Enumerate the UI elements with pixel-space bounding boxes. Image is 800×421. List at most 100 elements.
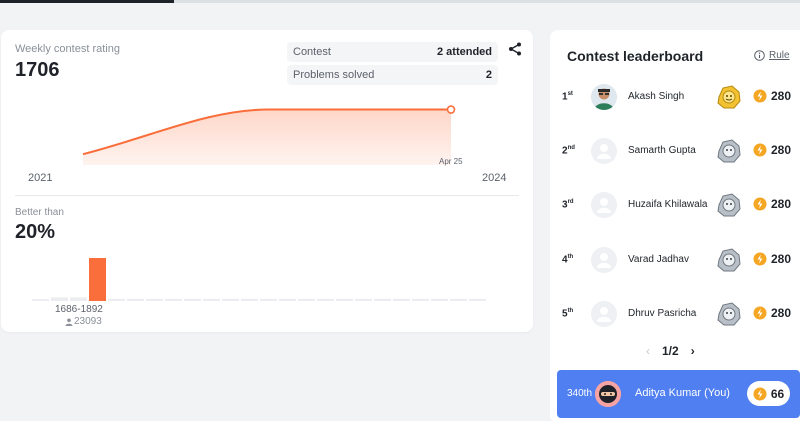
histogram-bar: [450, 298, 467, 301]
points-value: 280: [771, 89, 792, 103]
highlight-bar-count: 23093: [65, 316, 102, 327]
silver-badge-icon: [717, 193, 741, 217]
histogram-bar: [241, 298, 258, 301]
x-axis-end-label: 2024: [482, 172, 507, 184]
ninja-avatar-icon: [595, 381, 621, 407]
histogram-bar: [317, 298, 334, 301]
current-user-points-value: 66: [770, 386, 785, 401]
histogram-bar: [469, 298, 486, 301]
leaderboard-row[interactable]: 5th Dhruv Pasricha 280: [550, 294, 800, 334]
rating-label: Weekly contest rating: [15, 43, 120, 55]
rank: 3rd: [562, 199, 574, 211]
divider: [15, 195, 519, 196]
histogram-bar: [279, 298, 296, 301]
default-avatar-icon: [597, 253, 611, 268]
default-avatar-icon: [597, 198, 611, 213]
leaderboard-row[interactable]: 4th Varad Jadhav 280: [550, 240, 800, 280]
avatar: [591, 301, 617, 327]
stat-problems-solved: Problems solved 2: [287, 65, 498, 85]
histogram-bar: [184, 298, 201, 301]
rank: 1st: [562, 91, 573, 103]
points: 280: [753, 143, 791, 157]
info-icon: [754, 50, 765, 61]
rating-value: 1706: [15, 59, 60, 81]
contest-rating-card: Weekly contest rating 1706 Contest 2 att…: [1, 30, 533, 332]
chevron-left-icon[interactable]: ‹: [646, 344, 650, 358]
default-avatar-icon: [597, 144, 611, 159]
chevron-right-icon[interactable]: ›: [691, 344, 695, 358]
better-than-label: Better than: [15, 207, 64, 218]
current-user-avatar: [595, 381, 621, 407]
highlight-bar-range: 1686-1892: [55, 304, 103, 315]
x-axis-start-label: 2021: [28, 172, 53, 184]
leaderboard-title: Contest leaderboard: [567, 48, 704, 64]
leaderboard-row[interactable]: 1st Akash Singh 280: [550, 77, 800, 117]
histogram-bar: [260, 298, 277, 301]
rating-line: [82, 108, 451, 156]
active-tab-indicator: [0, 0, 174, 3]
silver-badge-icon: [717, 248, 741, 272]
rating-area: [83, 109, 451, 165]
stat-contest: Contest 2 attended: [287, 42, 498, 62]
rank: 2nd: [562, 145, 575, 157]
tab-underline: [0, 0, 800, 3]
coin-icon: [753, 143, 767, 157]
coin-icon: [753, 89, 767, 103]
current-user-points: 66: [747, 381, 790, 406]
points-value: 280: [771, 143, 792, 157]
histogram-bar: [51, 297, 68, 301]
share-icon[interactable]: [508, 42, 522, 56]
silver-badge-icon: [717, 139, 741, 163]
points: 280: [753, 197, 791, 211]
rule-label: Rule: [769, 50, 790, 61]
chart-point-label: Apr 25: [439, 157, 463, 166]
points: 280: [753, 252, 791, 266]
leaderboard-row[interactable]: 2nd Samarth Gupta 280: [550, 131, 800, 171]
rank: 5th: [562, 308, 574, 320]
username: Huzaifa Khilawala: [628, 199, 708, 210]
histogram-bar-highlight: [89, 258, 106, 301]
stat-contest-value: 2 attended: [436, 46, 492, 58]
histogram-bar: [127, 298, 144, 301]
rating-point: [446, 105, 456, 114]
histogram-bar: [355, 298, 372, 301]
avatar: [591, 192, 617, 218]
avatar-photo-icon: [591, 84, 617, 110]
user-icon: [65, 318, 73, 326]
histogram-bar: [146, 298, 163, 301]
coin-icon: [753, 306, 767, 320]
avatar: [591, 247, 617, 273]
gold-badge-icon: [717, 85, 741, 109]
histogram-bar: [32, 299, 49, 301]
leaderboard-row[interactable]: 3rd Huzaifa Khilawala 280: [550, 185, 800, 225]
stat-problems-label: Problems solved: [293, 69, 375, 81]
current-user-row[interactable]: 340th Aditya Kumar (You) 66: [557, 370, 800, 418]
coin-icon: [753, 387, 767, 400]
histogram-bar: [298, 298, 315, 301]
coin-icon: [753, 252, 767, 266]
points-value: 280: [771, 252, 792, 266]
pagination: ‹ 1/2 ›: [646, 344, 695, 358]
points-value: 280: [771, 306, 792, 320]
rank: 4th: [562, 254, 574, 266]
avatar: [591, 84, 617, 110]
rule-link[interactable]: Rule: [754, 50, 790, 61]
current-user-rank: 340th: [567, 388, 593, 399]
points-value: 280: [771, 197, 792, 211]
histogram-bar: [70, 297, 87, 301]
histogram-bar: [336, 298, 353, 301]
leaderboard-card: Contest leaderboard Rule 1st Akash Singh: [550, 30, 800, 421]
histogram-bar: [412, 298, 429, 301]
histogram-bar: [222, 298, 239, 301]
default-avatar-icon: [597, 307, 611, 322]
histogram-bar: [431, 298, 448, 301]
highlight-bar-count-value: 23093: [74, 316, 102, 327]
histogram-bar: [165, 298, 182, 301]
stat-contest-label: Contest: [293, 46, 331, 58]
username: Akash Singh: [628, 91, 685, 102]
better-than-value: 20%: [15, 221, 56, 243]
username: Varad Jadhav: [628, 254, 689, 265]
histogram-bar: [393, 298, 410, 301]
current-user-name: Aditya Kumar (You): [635, 387, 730, 399]
username: Dhruv Pasricha: [628, 308, 697, 319]
